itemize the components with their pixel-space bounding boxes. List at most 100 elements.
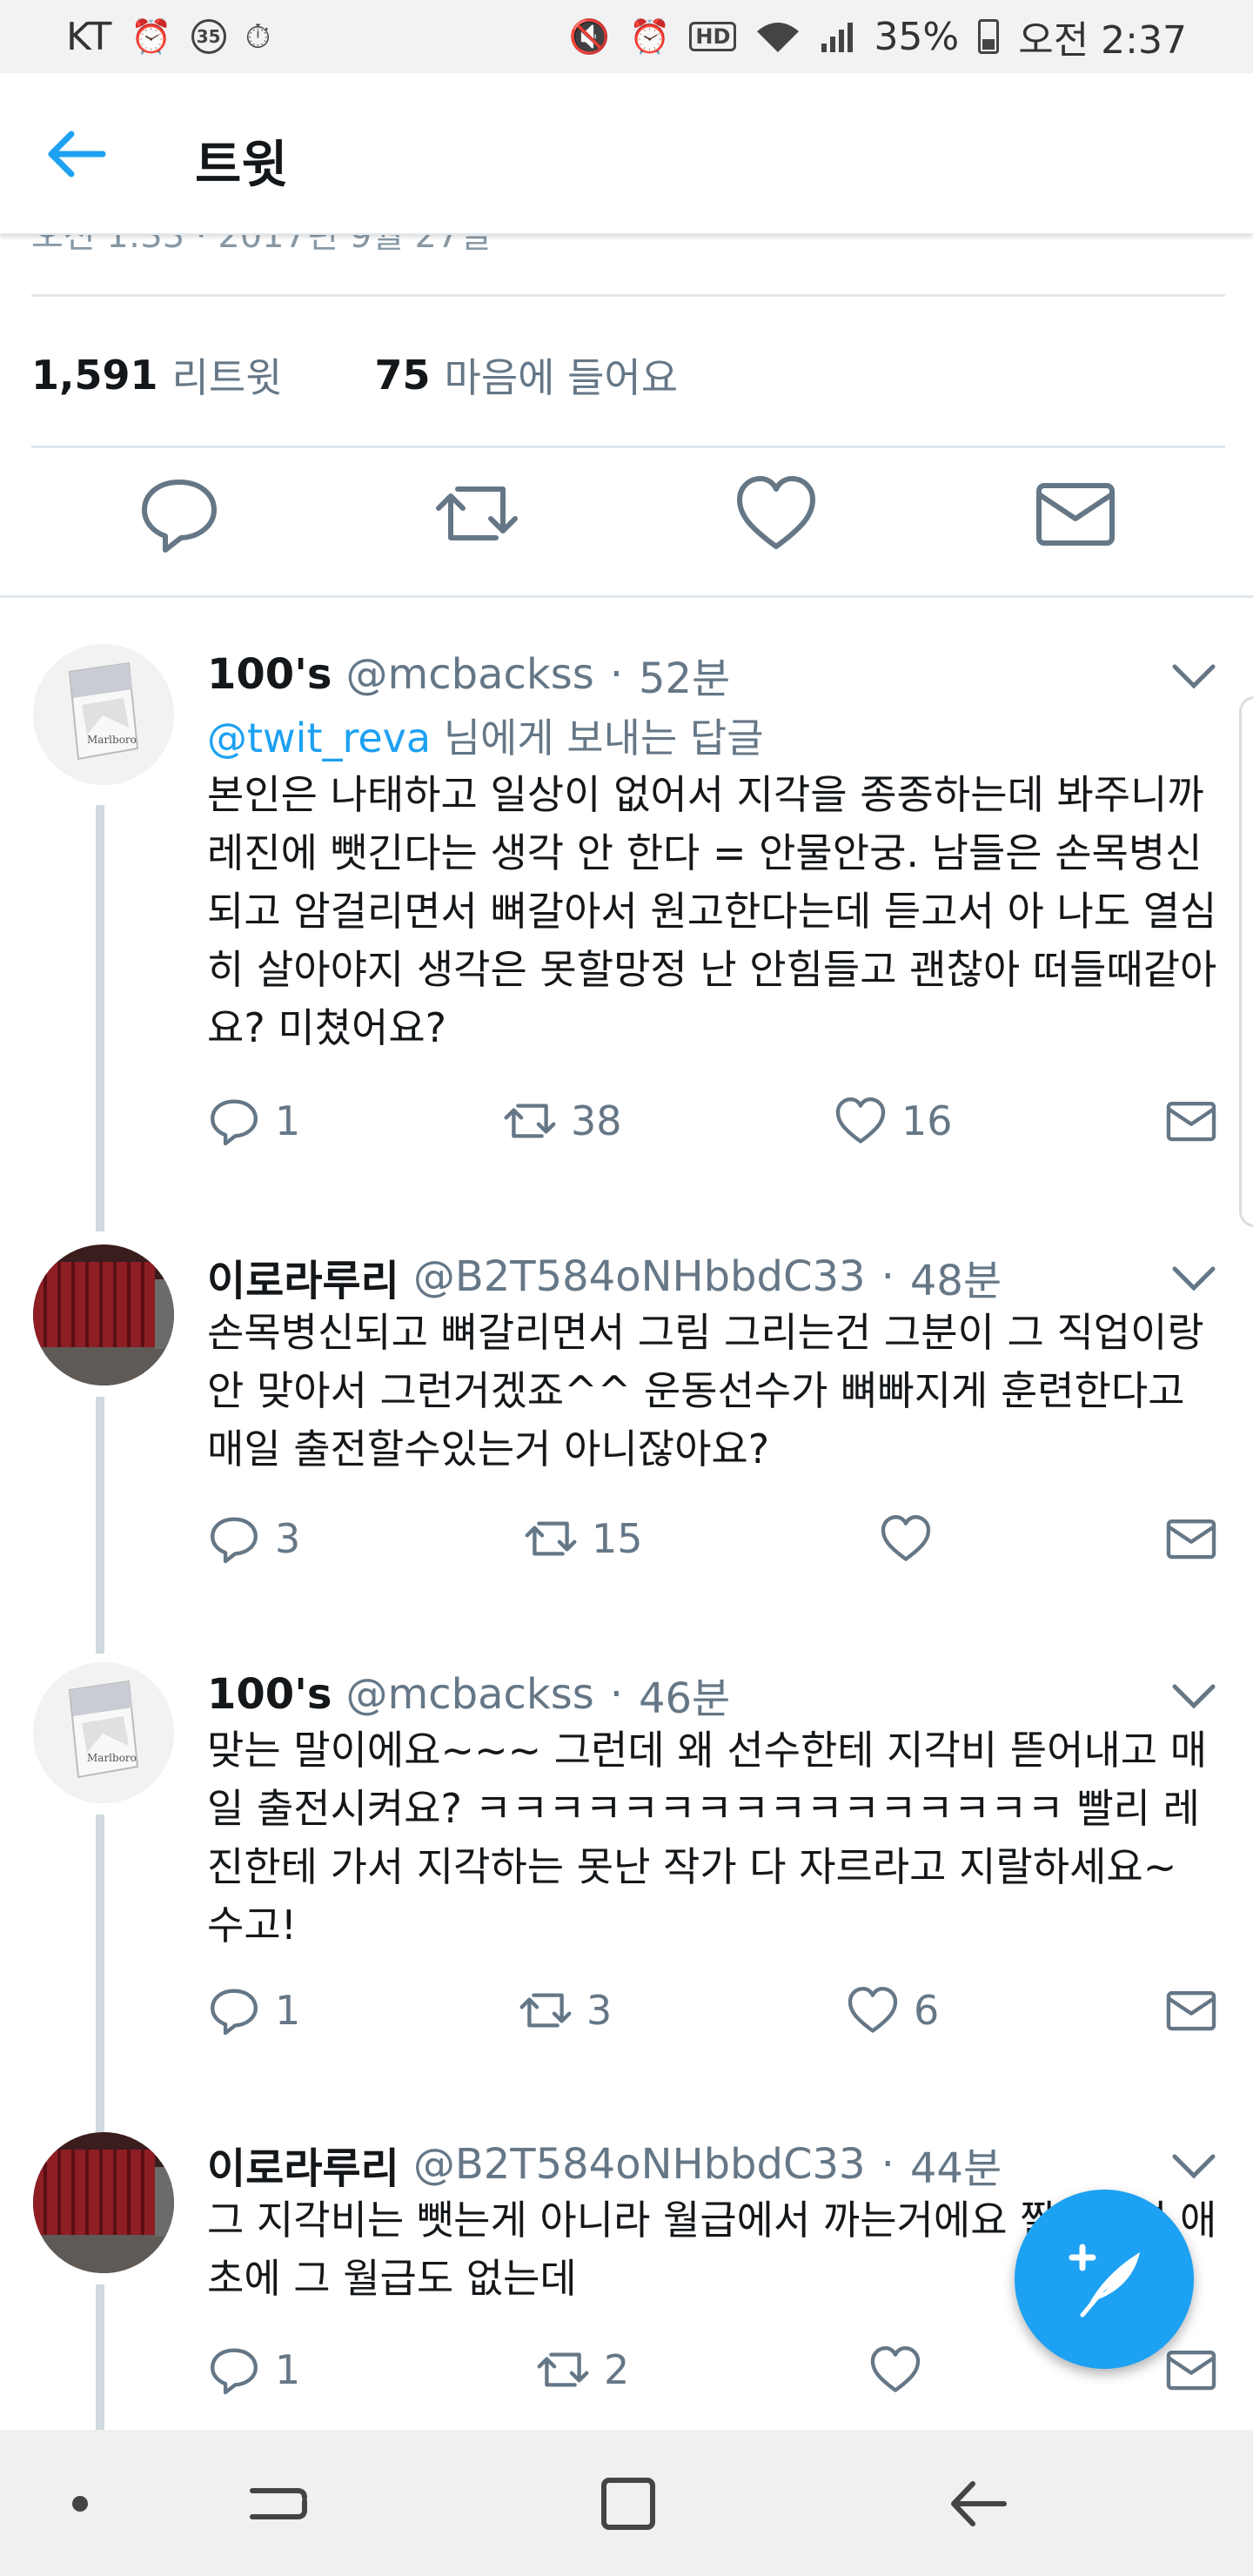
chevron-down-icon[interactable]	[1171, 663, 1216, 691]
list-item[interactable]: Marlboro 100's @mcbackss · 46분 맞는 말이에요~~…	[0, 1654, 1253, 2141]
system-nav-bar	[0, 2430, 1253, 2576]
retweet-label: 리트윗	[171, 354, 283, 401]
retweet-button[interactable]: 2	[536, 2339, 629, 2400]
alarm-icon: ⏰	[131, 17, 172, 56]
user-handle[interactable]: @mcbackss	[345, 1670, 593, 1719]
thread-line	[96, 2284, 104, 2430]
separator-dot: ·	[609, 1670, 623, 1719]
reply-actions: 1 3 6	[207, 1980, 1234, 2041]
divider	[31, 446, 1225, 448]
like-button[interactable]: 16	[834, 1090, 953, 1151]
retweet-icon[interactable]	[433, 470, 520, 557]
retweet-button[interactable]: 3	[519, 1980, 612, 2041]
reply-to-label: 님에게 보내는 답글	[431, 714, 764, 761]
mute-icon: 🔇	[568, 17, 611, 56]
hd-icon: HD	[689, 22, 737, 51]
speech-bubble-icon[interactable]	[136, 470, 223, 557]
list-item[interactable]: Marlboro 100's @mcbackss · 52분 @twit_rev…	[0, 627, 1253, 1236]
speech-bubble-icon	[211, 1517, 258, 1564]
retweet-count: 38	[571, 1097, 622, 1144]
thread-line	[96, 1815, 104, 2141]
nav-dot-icon[interactable]	[45, 2473, 115, 2534]
retweet-button[interactable]: 15	[524, 1508, 643, 1569]
reply-time: 52분	[638, 654, 731, 703]
avatar[interactable]: Marlboro	[33, 1662, 174, 1803]
reply-count: 1	[275, 1097, 301, 1144]
separator-dot: ·	[609, 650, 623, 699]
heart-icon	[835, 1097, 886, 1144]
chevron-down-icon[interactable]	[1171, 2153, 1216, 2181]
top-app-bar: 트윗	[0, 73, 1253, 235]
home-icon[interactable]	[593, 2473, 663, 2534]
dm-button[interactable]	[1164, 1980, 1232, 2041]
avatar[interactable]	[33, 2132, 174, 2273]
chevron-down-icon[interactable]	[1171, 1265, 1216, 1293]
heart-icon[interactable]	[733, 470, 820, 557]
reply-text: 손목병신되고 뼈갈리면서 그림 그리는건 그분이 그 직업이랑 안 맞아서 그런…	[207, 1309, 1204, 1472]
like-button[interactable]	[879, 1508, 947, 1569]
user-handle[interactable]: @mcbackss	[345, 650, 593, 699]
reply-count: 1	[275, 1987, 301, 2034]
reply-button[interactable]: 1	[207, 1090, 300, 1151]
display-name[interactable]: 이로라루리	[207, 2134, 399, 2195]
recent-apps-icon[interactable]	[244, 2473, 313, 2534]
retweet-icon	[525, 1521, 577, 1556]
envelope-icon[interactable]	[1032, 470, 1119, 557]
reply-text: 본인은 나태하고 일상이 없어서 지각을 종종하는데 봐주니까 레진에 뺏긴다는…	[207, 771, 1217, 1051]
heart-icon	[870, 2346, 921, 2392]
like-count: 16	[901, 1097, 953, 1144]
battery-percent: 35%	[874, 14, 960, 59]
avatar[interactable]: Marlboro	[33, 644, 174, 785]
arrow-left-icon[interactable]	[45, 129, 106, 179]
display-name[interactable]: 100's	[207, 650, 332, 699]
divider	[0, 595, 1253, 598]
avatar[interactable]	[33, 1244, 174, 1385]
wifi-icon	[755, 19, 801, 54]
carrier-label: KT	[66, 14, 112, 59]
retweet-count: 15	[592, 1515, 643, 1562]
cigarette-pack-image: Marlboro	[33, 644, 174, 785]
thread-line	[96, 805, 104, 1231]
status-bar: KT ⏰ 35 ⏱ 🔇 ⏰ HD 35% 오전 2:37	[0, 0, 1253, 73]
reply-header: 100's @mcbackss · 52분	[207, 644, 730, 705]
retweet-stat[interactable]: 1,591 리트윗	[31, 346, 282, 404]
reply-button[interactable]: 1	[207, 2339, 300, 2400]
retweet-icon	[537, 2352, 589, 2387]
heart-icon	[848, 1987, 898, 2033]
dm-button[interactable]	[1164, 2339, 1232, 2400]
like-button[interactable]	[868, 2339, 936, 2400]
like-stat[interactable]: 75 마음에 들어요	[374, 346, 678, 404]
heart-icon	[881, 1515, 931, 1561]
svg-text:Marlboro: Marlboro	[87, 1752, 137, 1764]
cigarette-pack-image: Marlboro	[33, 1662, 174, 1803]
separator-dot: ·	[881, 1252, 895, 1301]
stage-curtain-image	[33, 1244, 174, 1385]
reply-button[interactable]: 3	[207, 1508, 300, 1569]
retweet-icon	[504, 1104, 556, 1138]
retweet-button[interactable]: 38	[503, 1090, 622, 1151]
battery-icon	[978, 19, 1000, 54]
user-handle[interactable]: @B2T584oNHbbdC33	[413, 2140, 866, 2189]
list-item[interactable]: 이로라루리 @B2T584oNHbbdC33 · 48분 손목병신되고 뼈갈리면…	[0, 1236, 1253, 1654]
display-name[interactable]: 100's	[207, 1670, 332, 1719]
compose-button[interactable]	[1015, 2190, 1194, 2369]
alarm-icon: ⏰	[629, 17, 671, 56]
notification-badge: 35	[191, 19, 226, 54]
dm-button[interactable]	[1164, 1508, 1232, 1569]
mention-link[interactable]: @twit_reva	[207, 714, 431, 761]
display-name[interactable]: 이로라루리	[207, 1246, 399, 1307]
reply-header: 이로라루리 @B2T584oNHbbdC33 · 44분	[207, 2134, 1002, 2195]
user-handle[interactable]: @B2T584oNHbbdC33	[413, 1252, 866, 1301]
envelope-icon	[1166, 1101, 1216, 1142]
chevron-down-icon[interactable]	[1171, 1683, 1216, 1711]
reply-button[interactable]: 1	[207, 1980, 300, 2041]
reply-actions: 1 38 16	[207, 1090, 1234, 1151]
reply-count: 1	[275, 2346, 301, 2393]
thread-line	[96, 1397, 104, 1654]
dm-button[interactable]	[1164, 1090, 1232, 1151]
reply-actions: 3 15	[207, 1508, 1234, 1569]
reply-header: 100's @mcbackss · 46분	[207, 1664, 730, 1725]
like-button[interactable]: 6	[846, 1980, 939, 2041]
back-icon[interactable]	[943, 2473, 1013, 2534]
like-label: 마음에 들어요	[444, 354, 679, 401]
